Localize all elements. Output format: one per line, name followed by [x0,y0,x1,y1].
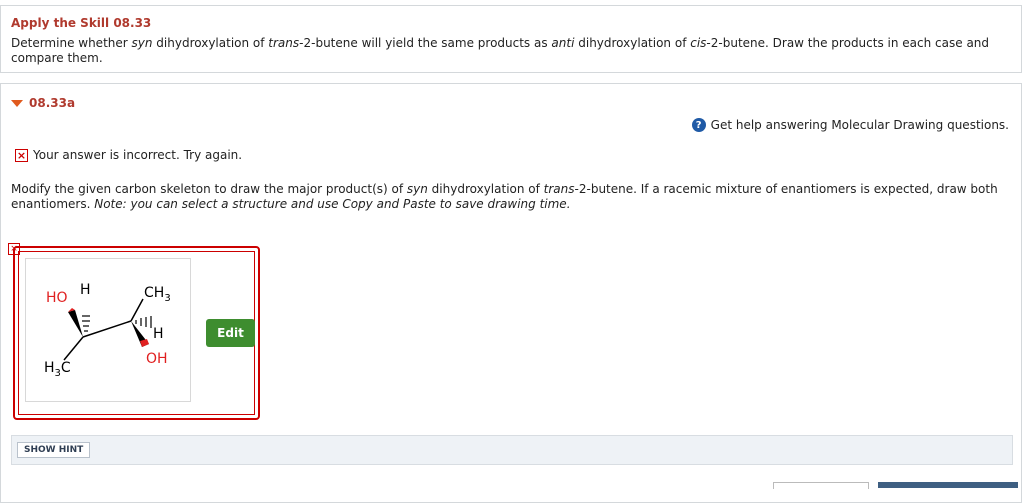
answer-inner-border: HO H CH3 H H3C OH Edit [18,251,255,415]
collapse-triangle-icon[interactable] [11,99,23,107]
incorrect-x-icon: × [15,148,28,162]
feedback-message: × Your answer is incorrect. Try again. [15,148,242,162]
answer-frame: HO H CH3 H H3C OH Edit [13,246,260,420]
question-text: Determine whether syn dihydroxylation of… [11,36,990,65]
c1-c2-bond [63,336,84,361]
molecule-drawing[interactable]: HO H CH3 H H3C OH [25,258,191,402]
hint-bar: SHOW HINT [11,435,1013,465]
wedge-bond-ho [68,310,83,337]
part-toggle[interactable]: 08.33a [11,96,75,110]
hash-bond-h-right [135,316,152,328]
question-mark-icon: ? [691,118,706,132]
molecule-svg: HO H CH3 H H3C OH [44,282,171,379]
question-panel: Apply the Skill 08.33 Determine whether … [0,5,1022,73]
label-oh: OH [146,351,168,367]
show-hint-button[interactable]: SHOW HINT [17,442,91,458]
skill-title: Apply the Skill 08.33 [11,16,152,30]
label-h3c: H3C [44,360,71,379]
edit-button[interactable]: Edit [206,319,255,347]
feedback-text: Your answer is incorrect. Try again. [33,148,243,162]
help-text[interactable]: Get help answering Molecular Drawing que… [711,118,1009,132]
help-link[interactable]: ? Get help answering Molecular Drawing q… [691,118,1009,132]
label-h-top: H [80,282,91,298]
part-panel: 08.33a ? Get help answering Molecular Dr… [0,83,1022,503]
instructions: Modify the given carbon skeleton to draw… [11,182,998,211]
part-label: 08.33a [29,96,76,110]
c2-c3-bond [82,320,132,338]
label-ch3: CH3 [144,285,171,304]
label-ho: HO [46,290,68,306]
label-h-right: H [153,326,164,342]
hash-bond-h-top [82,315,90,332]
bottom-button-right[interactable] [878,482,1018,488]
c3-c4-bond [130,298,144,322]
